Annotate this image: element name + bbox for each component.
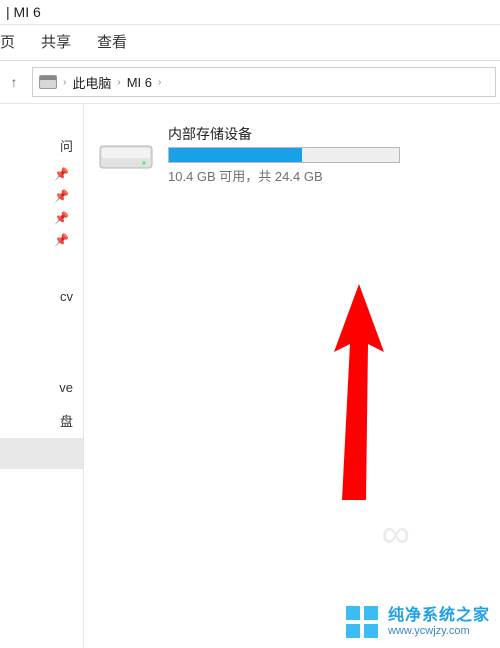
watermark-title: 纯净系统之家 — [388, 606, 490, 625]
watermark-url: www.ycwjzy.com — [388, 625, 490, 638]
breadcrumb-this-pc[interactable]: 此电脑 — [72, 73, 111, 92]
sidebar: 问 📌 📌 📌 📌 cv ve 盘 — [0, 104, 84, 648]
sidebar-item-quick[interactable]: 问 — [0, 128, 83, 163]
address-bar[interactable]: › 此电脑 › MI 6 › — [32, 67, 496, 97]
watermark-ghost-icon: ∞ — [381, 512, 410, 557]
pin-icon: 📌 — [0, 185, 83, 207]
sidebar-item-disk[interactable]: 盘 — [0, 403, 83, 438]
chevron-right-icon: › — [158, 77, 161, 88]
annotation-arrow-icon — [324, 282, 394, 502]
up-button[interactable]: ↑ — [4, 74, 24, 90]
drive-item[interactable]: 内部存储设备 10.4 GB 可用，共 24.4 GB — [98, 124, 486, 185]
window-title: | MI 6 — [0, 0, 500, 25]
drive-capacity-text: 10.4 GB 可用，共 24.4 GB — [168, 166, 400, 185]
tab-view[interactable]: 查看 — [97, 31, 127, 52]
chevron-right-icon: › — [63, 77, 66, 88]
sidebar-item-drive[interactable]: ve — [0, 372, 83, 403]
capacity-bar — [168, 147, 400, 163]
sidebar-item-selected[interactable] — [0, 438, 83, 469]
ribbon-tabs: 页 共享 查看 — [0, 25, 500, 61]
watermark-logo-icon — [344, 604, 380, 640]
pin-icon: 📌 — [0, 207, 83, 229]
address-bar-row: ↑ › 此电脑 › MI 6 › — [0, 61, 500, 103]
tab-home[interactable]: 页 — [0, 31, 15, 52]
sidebar-item-cv[interactable]: cv — [0, 281, 83, 312]
drive-icon — [98, 136, 154, 174]
watermark: 纯净系统之家 www.ycwjzy.com — [344, 604, 490, 640]
drive-name: 内部存储设备 — [168, 124, 400, 144]
content-pane: 内部存储设备 10.4 GB 可用，共 24.4 GB ∞ — [84, 104, 500, 648]
pin-icon: 📌 — [0, 229, 83, 251]
computer-icon — [39, 75, 57, 89]
breadcrumb-mi6[interactable]: MI 6 — [127, 75, 152, 90]
chevron-right-icon: › — [117, 77, 120, 88]
tab-share[interactable]: 共享 — [41, 31, 71, 52]
pin-icon: 📌 — [0, 163, 83, 185]
